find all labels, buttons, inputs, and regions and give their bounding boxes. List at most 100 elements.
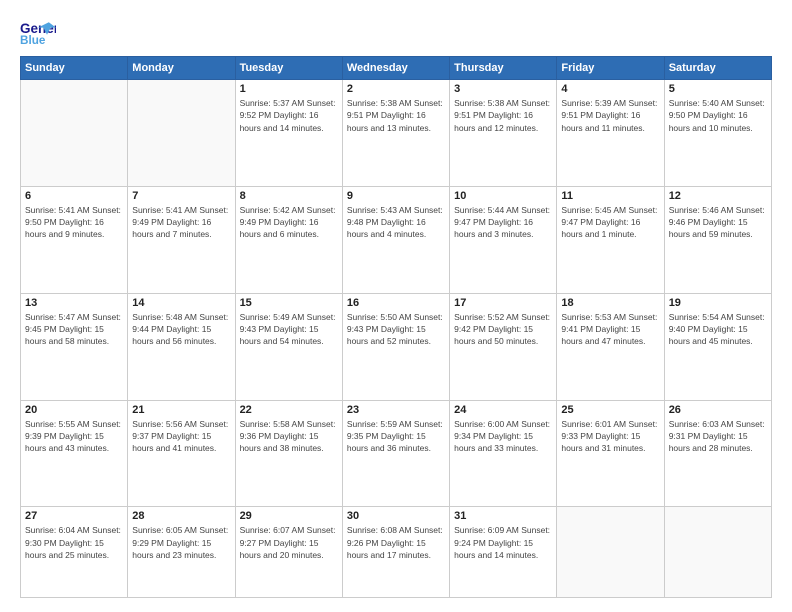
day-number: 31 xyxy=(454,510,552,522)
day-info: Sunrise: 5:40 AM Sunset: 9:50 PM Dayligh… xyxy=(669,97,767,134)
calendar-cell: 17 Sunrise: 5:52 AM Sunset: 9:42 PM Dayli… xyxy=(450,293,557,400)
day-number: 3 xyxy=(454,83,552,95)
day-number: 4 xyxy=(561,83,659,95)
calendar-cell: 14Sunrise: 5:48 AM Sunset: 9:44 PM Dayli… xyxy=(128,293,235,400)
logo: General Blue xyxy=(20,18,56,48)
day-number: 5 xyxy=(669,83,767,95)
day-info: Sunrise: 5:58 AM Sunset: 9:36 PM Dayligh… xyxy=(240,418,338,455)
calendar-cell: 22 Sunrise: 5:58 AM Sunset: 9:36 PM Dayli… xyxy=(235,400,342,507)
day-info: Sunrise: 5:54 AM Sunset: 9:40 PM Dayligh… xyxy=(669,311,767,348)
calendar-week-row: 1Sunrise: 5:37 AM Sunset: 9:52 PM Daylig… xyxy=(21,80,772,187)
day-info: Sunrise: 5:47 AM Sunset: 9:45 PM Dayligh… xyxy=(25,311,123,348)
day-number: 19 xyxy=(669,297,767,309)
weekday-header-thursday: Thursday xyxy=(450,57,557,80)
weekday-header-saturday: Saturday xyxy=(664,57,771,80)
day-number: 16 xyxy=(347,297,445,309)
day-number: 21 xyxy=(132,404,230,416)
day-info: Sunrise: 5:53 AM Sunset: 9:41 PM Dayligh… xyxy=(561,311,659,348)
calendar-cell: 18 Sunrise: 5:53 AM Sunset: 9:41 PM Dayli… xyxy=(557,293,664,400)
day-info: Sunrise: 6:04 AM Sunset: 9:30 PM Dayligh… xyxy=(25,524,123,561)
calendar-week-row: 6 Sunrise: 5:41 AM Sunset: 9:50 PM Daylig… xyxy=(21,186,772,293)
day-info: Sunrise: 5:38 AM Sunset: 9:51 PM Dayligh… xyxy=(347,97,445,134)
day-number: 27 xyxy=(25,510,123,522)
day-number: 12 xyxy=(669,190,767,202)
calendar-cell xyxy=(557,507,664,598)
day-number: 26 xyxy=(669,404,767,416)
calendar-cell: 1Sunrise: 5:37 AM Sunset: 9:52 PM Daylig… xyxy=(235,80,342,187)
calendar-cell: 28 Sunrise: 6:05 AM Sunset: 9:29 PM Dayli… xyxy=(128,507,235,598)
page-header: General Blue xyxy=(20,18,772,48)
day-number: 20 xyxy=(25,404,123,416)
calendar-cell: 4 Sunrise: 5:39 AM Sunset: 9:51 PM Daylig… xyxy=(557,80,664,187)
day-info: Sunrise: 5:52 AM Sunset: 9:42 PM Dayligh… xyxy=(454,311,552,348)
day-number: 15 xyxy=(240,297,338,309)
day-number: 24 xyxy=(454,404,552,416)
day-info: Sunrise: 6:01 AM Sunset: 9:33 PM Dayligh… xyxy=(561,418,659,455)
day-number: 14 xyxy=(132,297,230,309)
day-number: 6 xyxy=(25,190,123,202)
day-info: Sunrise: 5:38 AM Sunset: 9:51 PM Dayligh… xyxy=(454,97,552,134)
day-number: 8 xyxy=(240,190,338,202)
day-number: 30 xyxy=(347,510,445,522)
day-info: Sunrise: 5:42 AM Sunset: 9:49 PM Dayligh… xyxy=(240,204,338,241)
calendar-week-row: 20 Sunrise: 5:55 AM Sunset: 9:39 PM Dayli… xyxy=(21,400,772,507)
calendar-week-row: 27 Sunrise: 6:04 AM Sunset: 9:30 PM Dayli… xyxy=(21,507,772,598)
day-info: Sunrise: 6:08 AM Sunset: 9:26 PM Dayligh… xyxy=(347,524,445,561)
day-number: 2 xyxy=(347,83,445,95)
day-info: Sunrise: 6:03 AM Sunset: 9:31 PM Dayligh… xyxy=(669,418,767,455)
day-number: 23 xyxy=(347,404,445,416)
day-info: Sunrise: 6:00 AM Sunset: 9:34 PM Dayligh… xyxy=(454,418,552,455)
calendar-cell: 12 Sunrise: 5:46 AM Sunset: 9:46 PM Dayli… xyxy=(664,186,771,293)
day-info: Sunrise: 5:46 AM Sunset: 9:46 PM Dayligh… xyxy=(669,204,767,241)
day-info: Sunrise: 5:44 AM Sunset: 9:47 PM Dayligh… xyxy=(454,204,552,241)
day-number: 10 xyxy=(454,190,552,202)
calendar-cell: 6 Sunrise: 5:41 AM Sunset: 9:50 PM Daylig… xyxy=(21,186,128,293)
weekday-header-row: SundayMondayTuesdayWednesdayThursdayFrid… xyxy=(21,57,772,80)
day-number: 9 xyxy=(347,190,445,202)
day-number: 29 xyxy=(240,510,338,522)
weekday-header-friday: Friday xyxy=(557,57,664,80)
calendar-cell: 15Sunrise: 5:49 AM Sunset: 9:43 PM Dayli… xyxy=(235,293,342,400)
calendar-table: SundayMondayTuesdayWednesdayThursdayFrid… xyxy=(20,56,772,598)
weekday-header-tuesday: Tuesday xyxy=(235,57,342,80)
calendar-cell: 9 Sunrise: 5:43 AM Sunset: 9:48 PM Daylig… xyxy=(342,186,449,293)
calendar-cell: 23 Sunrise: 5:59 AM Sunset: 9:35 PM Dayli… xyxy=(342,400,449,507)
day-info: Sunrise: 5:45 AM Sunset: 9:47 PM Dayligh… xyxy=(561,204,659,241)
calendar-cell: 19 Sunrise: 5:54 AM Sunset: 9:40 PM Dayli… xyxy=(664,293,771,400)
day-info: Sunrise: 5:59 AM Sunset: 9:35 PM Dayligh… xyxy=(347,418,445,455)
calendar-cell: 11 Sunrise: 5:45 AM Sunset: 9:47 PM Dayli… xyxy=(557,186,664,293)
day-number: 17 xyxy=(454,297,552,309)
day-info: Sunrise: 5:41 AM Sunset: 9:50 PM Dayligh… xyxy=(25,204,123,241)
calendar-cell: 26 Sunrise: 6:03 AM Sunset: 9:31 PM Dayli… xyxy=(664,400,771,507)
svg-text:Blue: Blue xyxy=(20,34,46,47)
day-info: Sunrise: 5:43 AM Sunset: 9:48 PM Dayligh… xyxy=(347,204,445,241)
calendar-cell: 8 Sunrise: 5:42 AM Sunset: 9:49 PM Daylig… xyxy=(235,186,342,293)
calendar-cell: 5 Sunrise: 5:40 AM Sunset: 9:50 PM Daylig… xyxy=(664,80,771,187)
calendar-week-row: 13 Sunrise: 5:47 AM Sunset: 9:45 PM Dayli… xyxy=(21,293,772,400)
calendar-cell: 27 Sunrise: 6:04 AM Sunset: 9:30 PM Dayli… xyxy=(21,507,128,598)
day-number: 11 xyxy=(561,190,659,202)
day-info: Sunrise: 5:50 AM Sunset: 9:43 PM Dayligh… xyxy=(347,311,445,348)
calendar-cell: 2 Sunrise: 5:38 AM Sunset: 9:51 PM Daylig… xyxy=(342,80,449,187)
calendar-cell: 10 Sunrise: 5:44 AM Sunset: 9:47 PM Dayli… xyxy=(450,186,557,293)
calendar-cell: 7Sunrise: 5:41 AM Sunset: 9:49 PM Daylig… xyxy=(128,186,235,293)
weekday-header-sunday: Sunday xyxy=(21,57,128,80)
calendar-cell: 29 Sunrise: 6:07 AM Sunset: 9:27 PM Dayli… xyxy=(235,507,342,598)
day-info: Sunrise: 6:07 AM Sunset: 9:27 PM Dayligh… xyxy=(240,524,338,561)
day-number: 13 xyxy=(25,297,123,309)
day-info: Sunrise: 5:56 AM Sunset: 9:37 PM Dayligh… xyxy=(132,418,230,455)
day-number: 18 xyxy=(561,297,659,309)
calendar-cell: 20 Sunrise: 5:55 AM Sunset: 9:39 PM Dayli… xyxy=(21,400,128,507)
calendar-cell: 13 Sunrise: 5:47 AM Sunset: 9:45 PM Dayli… xyxy=(21,293,128,400)
calendar-cell: 25Sunrise: 6:01 AM Sunset: 9:33 PM Dayli… xyxy=(557,400,664,507)
day-number: 7 xyxy=(132,190,230,202)
day-number: 22 xyxy=(240,404,338,416)
day-info: Sunrise: 6:09 AM Sunset: 9:24 PM Dayligh… xyxy=(454,524,552,561)
day-info: Sunrise: 6:05 AM Sunset: 9:29 PM Dayligh… xyxy=(132,524,230,561)
day-info: Sunrise: 5:55 AM Sunset: 9:39 PM Dayligh… xyxy=(25,418,123,455)
logo-icon: General Blue xyxy=(20,18,56,48)
day-number: 28 xyxy=(132,510,230,522)
day-info: Sunrise: 5:39 AM Sunset: 9:51 PM Dayligh… xyxy=(561,97,659,134)
calendar-cell: 21 Sunrise: 5:56 AM Sunset: 9:37 PM Dayli… xyxy=(128,400,235,507)
calendar-cell: 31 Sunrise: 6:09 AM Sunset: 9:24 PM Dayli… xyxy=(450,507,557,598)
